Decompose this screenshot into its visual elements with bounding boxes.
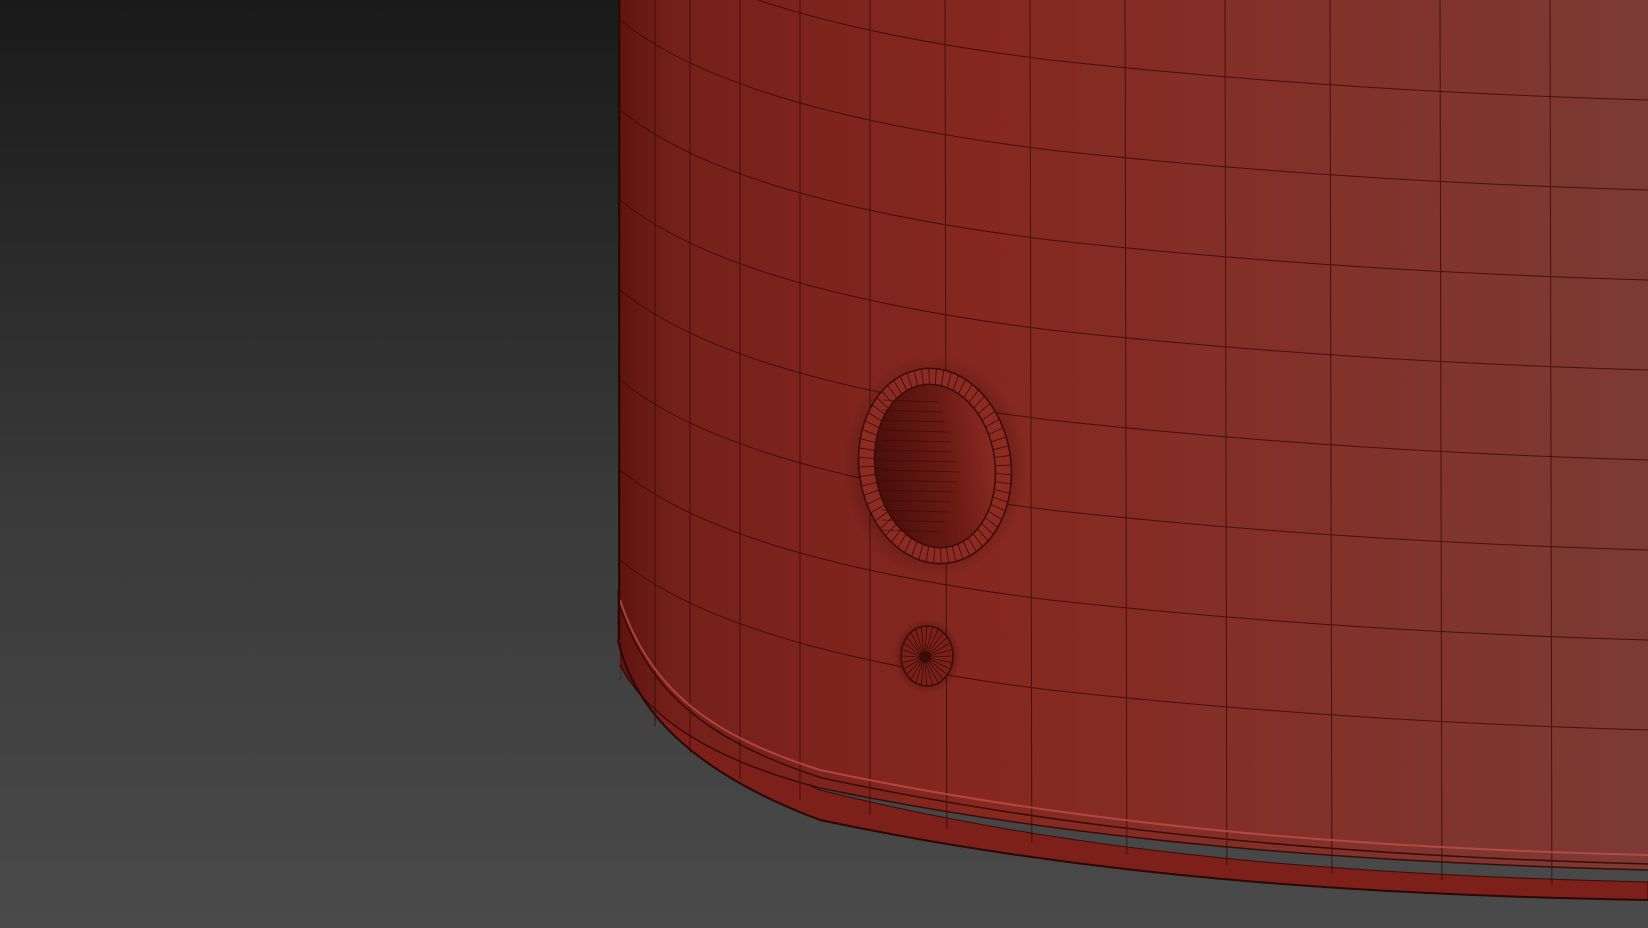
viewport-canvas[interactable] xyxy=(0,0,1648,928)
3d-viewport[interactable] xyxy=(0,0,1648,928)
small-knob[interactable] xyxy=(893,618,961,694)
cylinder-model[interactable] xyxy=(617,0,1648,928)
port-ring[interactable] xyxy=(843,354,1027,578)
cylinder-body xyxy=(620,0,1648,870)
